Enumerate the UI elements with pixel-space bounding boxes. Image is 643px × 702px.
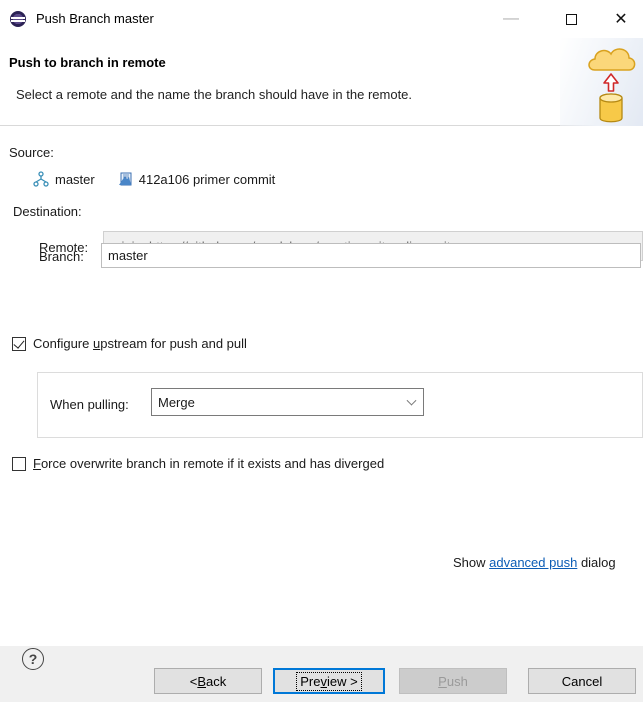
- maximize-button[interactable]: [548, 0, 594, 38]
- source-branch: master: [55, 171, 95, 187]
- source-label: Source:: [9, 145, 54, 160]
- wizard-footer: ? < Back Preview > Push Cancel: [0, 646, 643, 702]
- push-button[interactable]: Push: [399, 668, 507, 694]
- wizard-banner: Push to branch in remote Select a remote…: [0, 38, 643, 126]
- when-pulling-label: When pulling:: [50, 397, 129, 412]
- banner-description: Select a remote and the name the branch …: [16, 87, 413, 102]
- window-title: Push Branch master: [36, 11, 154, 26]
- back-button[interactable]: < Back: [154, 668, 262, 694]
- help-icon: ?: [28, 651, 38, 667]
- preview-button[interactable]: Preview >: [273, 668, 385, 694]
- cloud-push-database-icon: [588, 48, 636, 123]
- destination-label: Destination:: [13, 204, 82, 219]
- force-overwrite-label[interactable]: Force overwrite branch in remote if it e…: [33, 456, 384, 471]
- upstream-options-group: When pulling: Merge: [37, 372, 643, 438]
- configure-upstream-label[interactable]: Configure upstream for push and pull: [33, 336, 247, 351]
- branch-label: Branch:: [39, 249, 84, 264]
- close-button[interactable]: ✕: [598, 0, 643, 38]
- branch-input[interactable]: master: [101, 243, 641, 268]
- source-row: master 412a106 primer commit: [33, 171, 275, 187]
- cancel-button[interactable]: Cancel: [528, 668, 636, 694]
- chevron-down-icon: [406, 395, 417, 406]
- maximize-icon: [565, 13, 577, 25]
- wizard-page: Source: master 412a106 primer commit Des…: [0, 126, 643, 646]
- when-pulling-select[interactable]: Merge: [151, 388, 424, 416]
- when-pulling-value: Merge: [158, 394, 195, 410]
- advanced-push-link[interactable]: advanced push: [489, 555, 577, 570]
- banner-title: Push to branch in remote: [9, 55, 166, 70]
- eclipse-icon: [10, 11, 26, 27]
- advanced-push-line: Show advanced push dialog: [453, 555, 616, 570]
- force-overwrite-checkbox[interactable]: [12, 457, 26, 471]
- branch-value: master: [108, 248, 148, 263]
- commit-icon: [118, 172, 132, 186]
- branch-icon: [33, 171, 49, 187]
- minimize-icon: —: [503, 10, 519, 27]
- configure-upstream-checkbox[interactable]: [12, 337, 26, 351]
- help-button[interactable]: ?: [22, 648, 44, 670]
- title-bar: Push Branch master — ✕: [0, 0, 643, 38]
- source-commit: 412a106 primer commit: [138, 171, 276, 187]
- minimize-button[interactable]: —: [488, 0, 534, 38]
- close-icon: ✕: [614, 11, 628, 28]
